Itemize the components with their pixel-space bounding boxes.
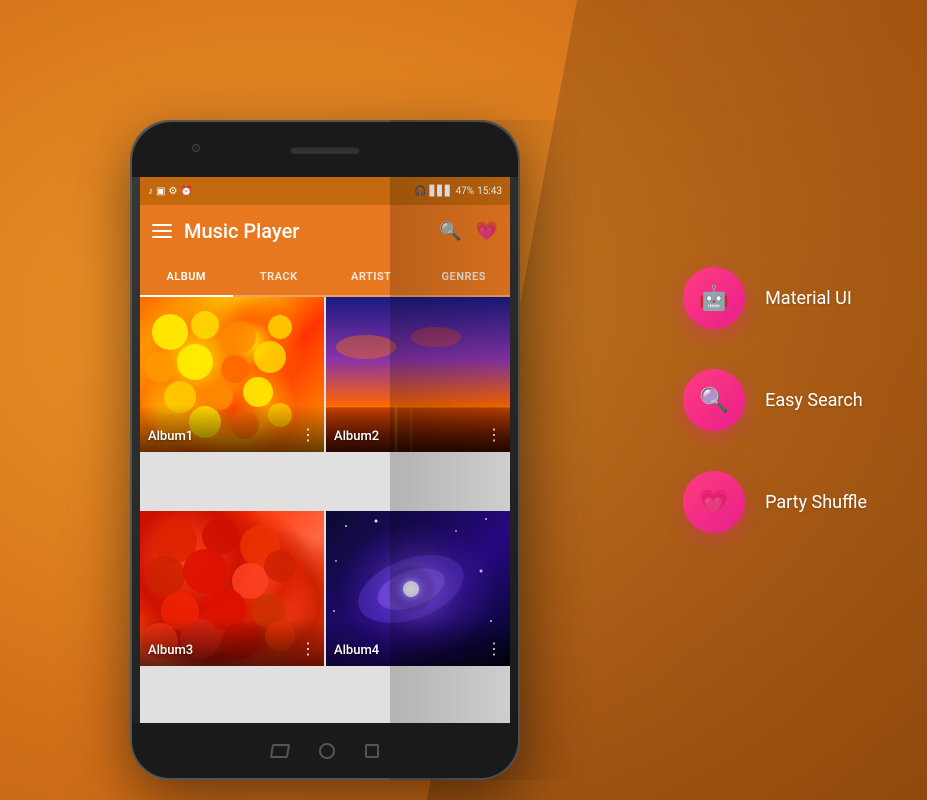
album4-label: Album4 ⋮ xyxy=(326,619,510,666)
phone-top-bezel xyxy=(132,122,518,177)
nav-back-btn[interactable] xyxy=(270,744,290,758)
tabs-bar: ALBUM TRACK ARTIST GENRES xyxy=(140,257,510,297)
album-grid: Album1 ⋮ xyxy=(140,297,510,723)
album3-label: Album3 ⋮ xyxy=(140,619,324,666)
app-bar: Music Player 🔍 💗 xyxy=(140,205,510,257)
album2-more-icon[interactable]: ⋮ xyxy=(486,425,502,444)
favorite-button[interactable]: 💗 xyxy=(476,221,498,242)
status-bar: ♪ ▣ ⚙ ⏰ 🎧 ▋▋▋ 47% 15:43 xyxy=(140,177,510,205)
feature-material-ui: 🤖 Material UI xyxy=(683,267,867,329)
nav-home-btn[interactable] xyxy=(319,743,335,759)
front-camera xyxy=(192,144,200,152)
album-cell-4[interactable]: Album4 ⋮ xyxy=(326,511,510,666)
party-shuffle-icon: 💗 xyxy=(699,488,729,516)
features-list: 🤖 Material UI 🔍 Easy Search 💗 Party Shuf… xyxy=(683,267,867,533)
signal-bars: ▋▋▋ xyxy=(429,186,452,197)
feature-badge-material-ui: 🤖 xyxy=(683,267,745,329)
tab-album[interactable]: ALBUM xyxy=(140,257,233,295)
app-bar-actions: 🔍 💗 xyxy=(439,221,498,242)
tab-track[interactable]: TRACK xyxy=(233,257,326,295)
feature-label-material-ui: Material UI xyxy=(765,288,852,309)
status-right-icons: 🎧 ▋▋▋ 47% 15:43 xyxy=(414,186,502,197)
album2-label: Album2 ⋮ xyxy=(326,405,510,452)
app-title: Music Player xyxy=(184,219,427,243)
album4-name: Album4 xyxy=(334,643,379,658)
album1-label: Album1 ⋮ xyxy=(140,405,324,452)
usb-icon: ⚙ xyxy=(168,186,177,197)
battery-pct: 47% xyxy=(456,186,475,197)
android-icon: 🤖 xyxy=(699,284,729,312)
tab-genres[interactable]: GENRES xyxy=(418,257,511,295)
feature-label-party-shuffle: Party Shuffle xyxy=(765,492,867,513)
menu-line-3 xyxy=(152,236,172,238)
music-status-icon: ♪ xyxy=(148,186,153,197)
phone-screen: ♪ ▣ ⚙ ⏰ 🎧 ▋▋▋ 47% 15:43 xyxy=(140,177,510,723)
feature-badge-easy-search: 🔍 xyxy=(683,369,745,431)
feature-party-shuffle: 💗 Party Shuffle xyxy=(683,471,867,533)
menu-button[interactable] xyxy=(152,224,172,238)
album-cell-2[interactable]: Album2 ⋮ xyxy=(326,297,510,452)
phone-body: ♪ ▣ ⚙ ⏰ 🎧 ▋▋▋ 47% 15:43 xyxy=(130,120,520,780)
tab-artist[interactable]: ARTIST xyxy=(325,257,418,295)
speaker-grille xyxy=(290,146,360,154)
status-left-icons: ♪ ▣ ⚙ ⏰ xyxy=(148,186,193,197)
feature-label-easy-search: Easy Search xyxy=(765,390,863,411)
phone-bottom-bezel xyxy=(132,723,518,778)
search-button[interactable]: 🔍 xyxy=(439,221,461,242)
headphone-icon: 🎧 xyxy=(414,186,426,197)
album-cell-1[interactable]: Album1 ⋮ xyxy=(140,297,324,452)
album-cell-3[interactable]: Album3 ⋮ xyxy=(140,511,324,666)
feature-badge-party-shuffle: 💗 xyxy=(683,471,745,533)
alarm-icon: ⏰ xyxy=(180,186,192,197)
time-display: 15:43 xyxy=(477,186,502,197)
notification-icon: ▣ xyxy=(156,186,165,197)
album1-name: Album1 xyxy=(148,429,193,444)
album2-name: Album2 xyxy=(334,429,379,444)
feature-easy-search: 🔍 Easy Search xyxy=(683,369,867,431)
album3-name: Album3 xyxy=(148,643,193,658)
search-feature-icon: 🔍 xyxy=(699,386,729,414)
menu-line-1 xyxy=(152,224,172,226)
phone-device: ♪ ▣ ⚙ ⏰ 🎧 ▋▋▋ 47% 15:43 xyxy=(130,120,520,780)
nav-recent-btn[interactable] xyxy=(365,744,379,758)
album1-more-icon[interactable]: ⋮ xyxy=(300,425,316,444)
album4-more-icon[interactable]: ⋮ xyxy=(486,639,502,658)
album3-more-icon[interactable]: ⋮ xyxy=(300,639,316,658)
menu-line-2 xyxy=(152,230,172,232)
